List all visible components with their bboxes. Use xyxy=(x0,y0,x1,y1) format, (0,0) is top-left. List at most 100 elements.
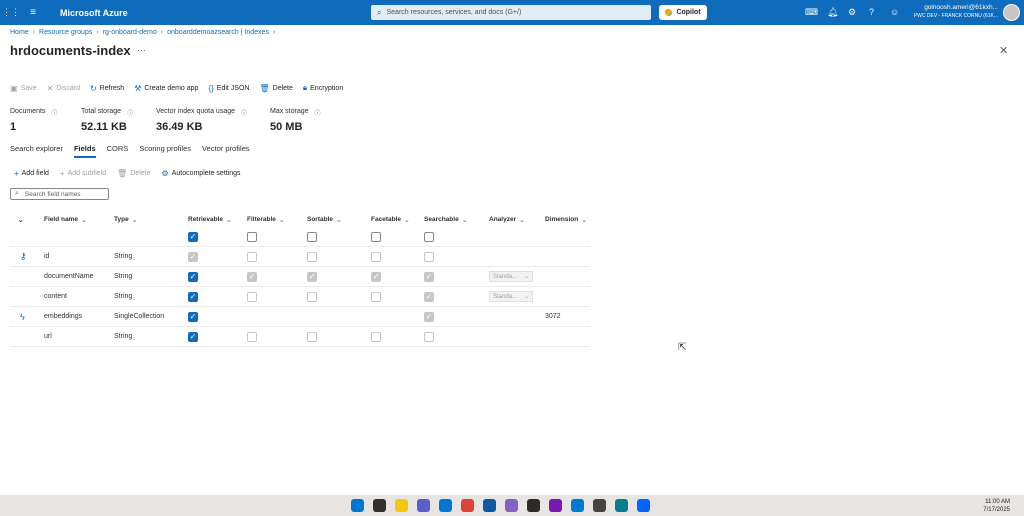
retrievable-checkbox[interactable]: ✓ xyxy=(188,331,198,342)
global-search-input[interactable]: ⌕ Search resources, services, and docs (… xyxy=(371,5,651,20)
file-explorer-icon[interactable] xyxy=(395,499,408,512)
info-icon[interactable]: ⓘ xyxy=(127,108,133,117)
notifications-icon[interactable]: 🔔︎ xyxy=(827,7,838,18)
retrievable-checkbox[interactable]: ✓ xyxy=(188,251,198,262)
account-info[interactable]: golnoosh.ameri@61kxh... PWC DEV - FRANCK… xyxy=(914,4,998,20)
sortable-checkbox[interactable] xyxy=(307,291,317,302)
breadcrumb-resource-group[interactable]: rg-onboard-demo xyxy=(103,29,157,36)
field-name[interactable]: id xyxy=(44,247,49,266)
encryption-button[interactable]: 🔒︎ Encryption xyxy=(303,83,343,93)
info-icon[interactable]: ⓘ xyxy=(241,108,247,117)
field-name[interactable]: documentName xyxy=(44,267,93,286)
column-header[interactable]: Sortable ⌄ xyxy=(307,212,342,227)
add-subfield-button[interactable]: + Add subfield xyxy=(60,169,106,178)
filterable-checkbox[interactable] xyxy=(247,331,257,342)
save-button[interactable]: ▣ Save xyxy=(10,84,37,93)
refresh-button[interactable]: ↻ Refresh xyxy=(90,84,124,93)
tab-cors[interactable]: CORS xyxy=(107,144,129,158)
table-row[interactable]: url String ✓ xyxy=(10,327,590,347)
feedback-icon[interactable]: ☺ xyxy=(890,7,899,17)
app-icon[interactable] xyxy=(593,499,606,512)
table-row[interactable]: content String ✓ ✓ Standa... ⌄ xyxy=(10,287,590,307)
sortable-checkbox[interactable]: ✓ xyxy=(307,271,317,282)
searchable-checkbox[interactable]: ✓ xyxy=(424,291,434,302)
windows-icon[interactable] xyxy=(351,499,364,512)
help-icon[interactable]: ? xyxy=(869,7,874,17)
filterable-checkbox[interactable] xyxy=(247,291,257,302)
outlook-icon[interactable] xyxy=(439,499,452,512)
more-options-icon[interactable]: ··· xyxy=(137,45,146,55)
breadcrumb-resource-groups[interactable]: Resource groups xyxy=(39,29,92,36)
filterable-checkbox[interactable]: ✓ xyxy=(247,271,257,282)
analyzer-dropdown[interactable]: Standa... ⌄ xyxy=(489,271,533,282)
column-header[interactable]: Retrievable ⌄ xyxy=(188,212,232,227)
sortable-checkbox[interactable] xyxy=(307,251,317,262)
menu-icon[interactable]: ≡ xyxy=(22,7,44,18)
select-all-facetable-checkbox[interactable] xyxy=(371,231,381,242)
breadcrumb-home[interactable]: Home xyxy=(10,29,29,36)
search-icon[interactable] xyxy=(373,499,386,512)
discard-button[interactable]: ✕ Discard xyxy=(47,84,80,93)
sortable-checkbox[interactable] xyxy=(307,331,317,342)
waffle-icon[interactable]: ⋮⋮ xyxy=(0,7,22,18)
tab-search-explorer[interactable]: Search explorer xyxy=(10,144,63,158)
column-header[interactable]: Field name ⌄ xyxy=(44,212,87,227)
add-field-button[interactable]: + Add field xyxy=(14,169,49,178)
chrome-icon[interactable] xyxy=(461,499,474,512)
retrievable-checkbox[interactable]: ✓ xyxy=(188,311,198,322)
copilot-button[interactable]: Copilot xyxy=(659,5,707,20)
cloud-shell-icon[interactable]: ⌨ xyxy=(805,7,818,18)
field-name[interactable]: embeddings xyxy=(44,307,82,326)
column-header[interactable]: Facetable ⌄ xyxy=(371,212,410,227)
facetable-checkbox[interactable] xyxy=(371,291,381,302)
facetable-checkbox[interactable] xyxy=(371,251,381,262)
create-demo-app-button[interactable]: ⚒ Create demo app xyxy=(134,84,198,93)
visual-studio-icon[interactable] xyxy=(505,499,518,512)
filterable-checkbox[interactable] xyxy=(247,251,257,262)
power-automate-icon[interactable] xyxy=(637,499,650,512)
edit-json-button[interactable]: {} Edit JSON xyxy=(208,84,249,93)
select-all-sortable-checkbox[interactable] xyxy=(307,231,317,242)
tab-scoring-profiles[interactable]: Scoring profiles xyxy=(139,144,191,158)
column-header[interactable]: Type ⌄ xyxy=(114,212,138,227)
facetable-checkbox[interactable]: ✓ xyxy=(371,271,381,282)
close-icon[interactable]: ✕ xyxy=(999,44,1008,57)
breadcrumb-indexes[interactable]: onboarddemoazsearch | Indexes xyxy=(167,29,269,36)
vscode-icon[interactable] xyxy=(571,499,584,512)
expand-all-icon[interactable]: ⌄ xyxy=(18,212,23,227)
column-header[interactable]: Filterable ⌄ xyxy=(247,212,285,227)
tab-fields[interactable]: Fields xyxy=(73,144,96,158)
table-row[interactable]: ⚷ id String ✓ xyxy=(10,247,590,267)
terminal-icon[interactable] xyxy=(527,499,540,512)
select-all-retrievable-checkbox[interactable]: ✓ xyxy=(188,231,198,242)
info-icon[interactable]: ⓘ xyxy=(51,108,57,117)
analyzer-dropdown[interactable]: Standa... ⌄ xyxy=(489,291,533,302)
searchable-checkbox[interactable]: ✓ xyxy=(424,311,434,322)
table-row[interactable]: ϟ embeddings SingleCollection ✓ ✓ 3072 xyxy=(10,307,590,327)
column-header[interactable]: Searchable ⌄ xyxy=(424,212,468,227)
retrievable-checkbox[interactable]: ✓ xyxy=(188,271,198,282)
column-header[interactable]: Dimension ⌄ xyxy=(545,212,587,227)
field-search-input[interactable]: ⌕ Search field names xyxy=(10,188,109,200)
facetable-checkbox[interactable] xyxy=(371,331,381,342)
onenote-icon[interactable] xyxy=(549,499,562,512)
settings-icon[interactable]: ⚙ xyxy=(848,7,856,18)
retrievable-checkbox[interactable]: ✓ xyxy=(188,291,198,302)
edge-icon[interactable] xyxy=(483,499,496,512)
searchable-checkbox[interactable] xyxy=(424,251,434,262)
delete-button[interactable]: 🗑︎ Delete xyxy=(259,84,292,93)
tab-vector-profiles[interactable]: Vector profiles xyxy=(202,144,250,158)
field-name[interactable]: url xyxy=(44,327,52,346)
teams-icon[interactable] xyxy=(417,499,430,512)
searchable-checkbox[interactable]: ✓ xyxy=(424,271,434,282)
avatar[interactable] xyxy=(1003,4,1020,21)
autocomplete-settings-button[interactable]: ⚙ Autocomplete settings xyxy=(162,169,241,178)
delete-field-button[interactable]: 🗑︎ Delete xyxy=(117,169,150,178)
select-all-filterable-checkbox[interactable] xyxy=(247,231,257,242)
select-all-searchable-checkbox[interactable] xyxy=(424,231,434,242)
field-name[interactable]: content xyxy=(44,287,67,306)
column-header[interactable]: Analyzer ⌄ xyxy=(489,212,525,227)
searchable-checkbox[interactable] xyxy=(424,331,434,342)
brand-name[interactable]: Microsoft Azure xyxy=(60,8,128,18)
taskbar-clock[interactable]: 11:00 AM 7/17/2025 xyxy=(983,498,1010,514)
